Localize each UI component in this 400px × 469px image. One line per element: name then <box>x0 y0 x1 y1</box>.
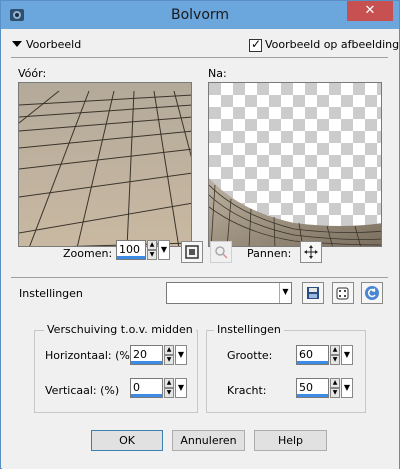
strength-input[interactable]: 50 <box>296 378 329 398</box>
strength-value: 50 <box>299 381 313 394</box>
strength-spinner[interactable]: ▲ ▼ <box>330 378 340 398</box>
bolvorm-dialog: Bolvorm ✕ Voorbeeld ✓ Voorbeeld op afbee… <box>0 0 400 469</box>
chevron-down-icon: ▼ <box>177 383 185 392</box>
vertical-value: 0 <box>133 381 140 394</box>
ok-button[interactable]: OK <box>91 430 163 451</box>
title-bar[interactable]: Bolvorm ✕ <box>1 1 399 29</box>
settings-group <box>206 330 366 413</box>
close-button[interactable]: ✕ <box>347 1 393 21</box>
save-preset-button[interactable] <box>302 282 324 304</box>
tile-floor-image <box>19 83 191 246</box>
chevron-down-icon: ▼ <box>282 287 289 296</box>
help-button[interactable]: Help <box>254 430 327 451</box>
vertical-dropdown-button[interactable]: ▼ <box>175 378 187 398</box>
spin-up-icon[interactable]: ▲ <box>330 378 340 388</box>
chevron-down-icon: ▼ <box>343 383 351 392</box>
preview-section-label[interactable]: Voorbeeld <box>26 38 81 51</box>
strength-underline <box>297 394 328 397</box>
pan-label: Pannen: <box>247 247 292 260</box>
size-input[interactable]: 60 <box>296 345 329 365</box>
show-on-image-checkbox[interactable]: ✓ <box>249 37 262 52</box>
floppy-disk-icon <box>307 287 319 299</box>
pan-button[interactable] <box>300 241 322 263</box>
zoom-dropdown-button[interactable]: ▼ <box>158 240 170 260</box>
spin-up-icon[interactable]: ▲ <box>164 378 174 388</box>
collapse-triangle-icon[interactable] <box>12 41 22 47</box>
settings-label: Instellingen <box>19 287 83 300</box>
offset-group <box>34 330 198 413</box>
chevron-down-icon: ▼ <box>160 245 168 254</box>
spin-down-icon[interactable]: ▼ <box>147 250 157 260</box>
dialog-content: Voorbeeld ✓ Voorbeeld op afbeelding Vóór… <box>2 29 399 469</box>
strength-dropdown-button[interactable]: ▼ <box>341 378 353 398</box>
chevron-down-icon: ▼ <box>343 350 351 359</box>
zoom-underline <box>117 256 145 259</box>
horizontal-value: 20 <box>133 348 147 361</box>
vertical-spinner[interactable]: ▲ ▼ <box>164 378 174 398</box>
zoom-spinner[interactable]: ▲ ▼ <box>147 240 157 260</box>
size-dropdown-button[interactable]: ▼ <box>341 345 353 365</box>
before-preview[interactable] <box>18 82 192 247</box>
spin-down-icon[interactable]: ▼ <box>330 355 340 365</box>
spherized-tile-image <box>209 83 381 246</box>
strength-label: Kracht: <box>227 384 267 397</box>
window-title: Bolvorm <box>170 7 230 23</box>
zoom-value: 100 <box>119 243 140 256</box>
zoom-fit-button[interactable] <box>181 241 203 263</box>
preset-dropdown-button[interactable]: ▼ <box>279 283 291 303</box>
spin-down-icon[interactable]: ▼ <box>330 388 340 398</box>
dice-icon <box>336 287 349 300</box>
vertical-underline <box>131 394 162 397</box>
cancel-button[interactable]: Annuleren <box>172 430 245 451</box>
reset-button[interactable] <box>361 282 383 304</box>
size-spinner[interactable]: ▲ ▼ <box>330 345 340 365</box>
randomize-button[interactable] <box>332 282 354 304</box>
horizontal-underline <box>131 361 162 364</box>
checkmark-icon: ✓ <box>251 37 262 51</box>
preset-combobox[interactable]: ▼ <box>166 282 292 304</box>
horizontal-label: Horizontaal: (%) <box>45 349 135 362</box>
size-value: 60 <box>299 348 313 361</box>
settings-divider <box>11 277 388 278</box>
move-arrows-icon <box>304 245 318 259</box>
after-preview[interactable] <box>208 82 382 247</box>
spin-down-icon[interactable]: ▼ <box>164 388 174 398</box>
reset-arrow-icon <box>365 286 379 300</box>
horizontal-dropdown-button[interactable]: ▼ <box>175 345 187 365</box>
horizontal-input[interactable]: 20 <box>130 345 163 365</box>
zoom-label: Zoomen: <box>63 247 113 260</box>
zoom-fit-icon <box>185 245 199 259</box>
zoom-input[interactable]: 100 <box>116 240 146 260</box>
magnifier-icon <box>215 246 228 259</box>
vertical-input[interactable]: 0 <box>130 378 163 398</box>
preview-divider <box>11 57 388 58</box>
horizontal-spinner[interactable]: ▲ ▼ <box>164 345 174 365</box>
size-label: Grootte: <box>227 349 273 362</box>
spin-up-icon[interactable]: ▲ <box>330 345 340 355</box>
spin-down-icon[interactable]: ▼ <box>164 355 174 365</box>
settings-group-title: Instellingen <box>214 323 284 336</box>
spin-up-icon[interactable]: ▲ <box>147 240 157 250</box>
vertical-label: Verticaal: (%) <box>45 384 120 397</box>
offset-group-title: Verschuiving t.o.v. midden <box>44 323 196 336</box>
before-label: Vóór: <box>18 67 47 80</box>
chevron-down-icon: ▼ <box>177 350 185 359</box>
spin-up-icon[interactable]: ▲ <box>164 345 174 355</box>
zoom-to-target-button[interactable] <box>210 241 232 263</box>
after-label: Na: <box>208 67 227 80</box>
size-underline <box>297 361 328 364</box>
show-on-image-label: Voorbeeld op afbeelding <box>265 38 400 51</box>
